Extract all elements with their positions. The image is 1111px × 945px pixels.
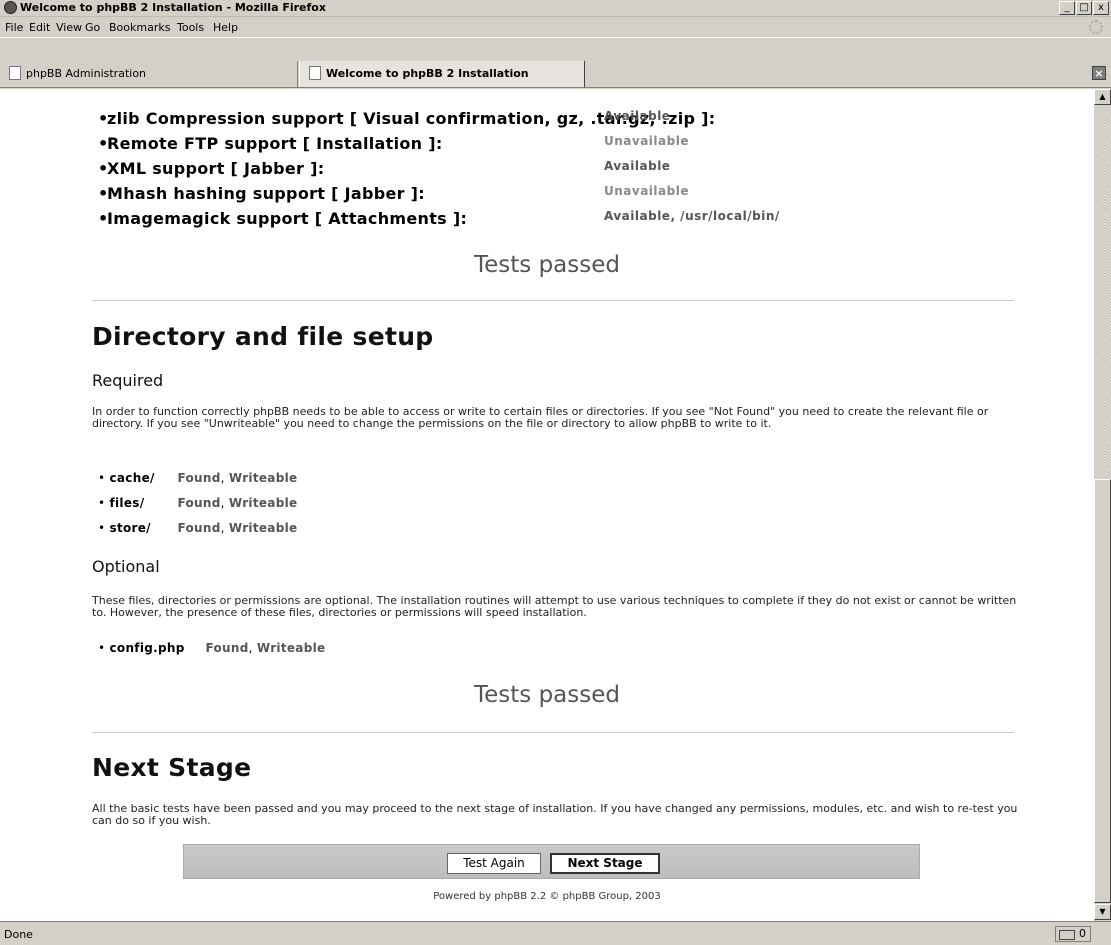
menu-tools[interactable]: Tools bbox=[177, 21, 204, 34]
status-unavailable: Unavailable bbox=[604, 184, 689, 198]
list-item: •Mhash hashing support [ Jabber ]: bbox=[98, 184, 425, 203]
directory-name: files/ bbox=[109, 496, 145, 510]
required-heading: Required bbox=[92, 371, 164, 390]
close-tab-icon[interactable]: × bbox=[1092, 66, 1106, 80]
menu-file[interactable]: File bbox=[5, 21, 23, 34]
tab-label: phpBB Administration bbox=[26, 67, 147, 80]
button-bar: Test Again Next Stage bbox=[183, 844, 920, 879]
menu-bookmarks[interactable]: Bookmarks bbox=[109, 21, 170, 34]
directory-name: cache/ bbox=[109, 471, 155, 485]
page-content: •zlib Compression support [ Visual confi… bbox=[0, 89, 1094, 921]
vertical-scrollbar[interactable]: ▲ ▼ bbox=[1094, 89, 1111, 921]
writeable-status: Writeable bbox=[256, 641, 326, 655]
tab-label: Welcome to phpBB 2 Installation bbox=[326, 67, 529, 80]
document-icon bbox=[9, 66, 21, 80]
optional-description: These files, directories or permissions … bbox=[92, 594, 1017, 619]
title-bar: Welcome to phpBB 2 Installation - Mozill… bbox=[0, 0, 1111, 17]
menu-edit[interactable]: Edit bbox=[29, 21, 50, 34]
tests-passed-heading: Tests passed bbox=[474, 252, 620, 278]
browser-window: Welcome to phpBB 2 Installation - Mozill… bbox=[0, 0, 1111, 945]
list-item: •XML support [ Jabber ]: bbox=[98, 159, 325, 178]
document-icon bbox=[309, 66, 321, 80]
scroll-down-icon[interactable]: ▼ bbox=[1094, 904, 1111, 920]
found-status: Found bbox=[177, 496, 221, 510]
menu-help[interactable]: Help bbox=[213, 21, 238, 34]
writeable-status: Writeable bbox=[228, 496, 298, 510]
status-available: Available, /usr/local/bin/ bbox=[604, 209, 780, 223]
close-button[interactable]: x bbox=[1093, 1, 1109, 15]
list-item: • files/Found, Writeable bbox=[98, 496, 298, 510]
menu-go[interactable]: Go bbox=[85, 21, 100, 34]
tab-welcome-installation[interactable]: Welcome to phpBB 2 Installation bbox=[299, 61, 585, 87]
menu-bar: File Edit View Go Bookmarks Tools Help bbox=[0, 18, 1111, 37]
tab-phpbb-administration[interactable]: phpBB Administration bbox=[0, 61, 298, 87]
writeable-status: Writeable bbox=[228, 471, 298, 485]
requirement-label: Imagemagick support [ Attachments ]: bbox=[107, 209, 468, 228]
next-stage-button[interactable]: Next Stage bbox=[550, 853, 660, 874]
divider bbox=[92, 300, 1014, 301]
writeable-status: Writeable bbox=[228, 521, 298, 535]
next-stage-description: All the basic tests have been passed and… bbox=[92, 802, 1018, 827]
requirement-label: XML support [ Jabber ]: bbox=[107, 159, 325, 178]
mail-icon bbox=[1059, 930, 1075, 940]
directory-name: store/ bbox=[109, 521, 151, 535]
found-status: Found bbox=[177, 521, 221, 535]
test-again-button[interactable]: Test Again bbox=[447, 853, 541, 874]
firefox-icon bbox=[4, 1, 17, 14]
footer-text: Powered by phpBB 2.2 © phpBB Group, 2003 bbox=[433, 891, 661, 902]
toolbar-area bbox=[0, 37, 1111, 61]
list-item: • store/Found, Writeable bbox=[98, 521, 298, 535]
minimize-button[interactable]: _ bbox=[1059, 1, 1075, 15]
status-unavailable: Unavailable bbox=[604, 134, 689, 148]
optional-heading: Optional bbox=[92, 557, 160, 576]
tests-passed-heading: Tests passed bbox=[474, 682, 620, 708]
next-stage-heading: Next Stage bbox=[92, 753, 252, 782]
status-available: Available bbox=[604, 159, 671, 173]
menu-view[interactable]: View bbox=[56, 21, 82, 34]
scroll-up-icon[interactable]: ▲ bbox=[1094, 89, 1111, 105]
status-bar: Done 0 bbox=[0, 921, 1111, 945]
mail-count: 0 bbox=[1079, 927, 1086, 940]
status-text: Done bbox=[4, 928, 33, 941]
required-description: In order to function correctly phpBB nee… bbox=[92, 405, 989, 430]
scrollbar-thumb[interactable] bbox=[1094, 479, 1111, 903]
window-title: Welcome to phpBB 2 Installation - Mozill… bbox=[20, 1, 326, 14]
divider bbox=[92, 732, 1014, 733]
list-item: •Remote FTP support [ Installation ]: bbox=[98, 134, 443, 153]
found-status: Found bbox=[205, 641, 249, 655]
file-name: config.php bbox=[109, 641, 185, 655]
requirement-label: Remote FTP support [ Installation ]: bbox=[107, 134, 443, 153]
list-item: •Imagemagick support [ Attachments ]: bbox=[98, 209, 468, 228]
maximize-button[interactable]: □ bbox=[1076, 1, 1092, 15]
mail-indicator[interactable]: 0 bbox=[1055, 926, 1091, 942]
list-item: • cache/Found, Writeable bbox=[98, 471, 298, 485]
requirement-label: Mhash hashing support [ Jabber ]: bbox=[107, 184, 425, 203]
directory-heading: Directory and file setup bbox=[92, 322, 434, 351]
throbber-icon bbox=[1089, 20, 1103, 34]
window-controls: _ □ x bbox=[1058, 1, 1109, 15]
list-item: • config.php Found, Writeable bbox=[98, 641, 326, 655]
status-available: Available bbox=[604, 109, 671, 123]
found-status: Found bbox=[177, 471, 221, 485]
